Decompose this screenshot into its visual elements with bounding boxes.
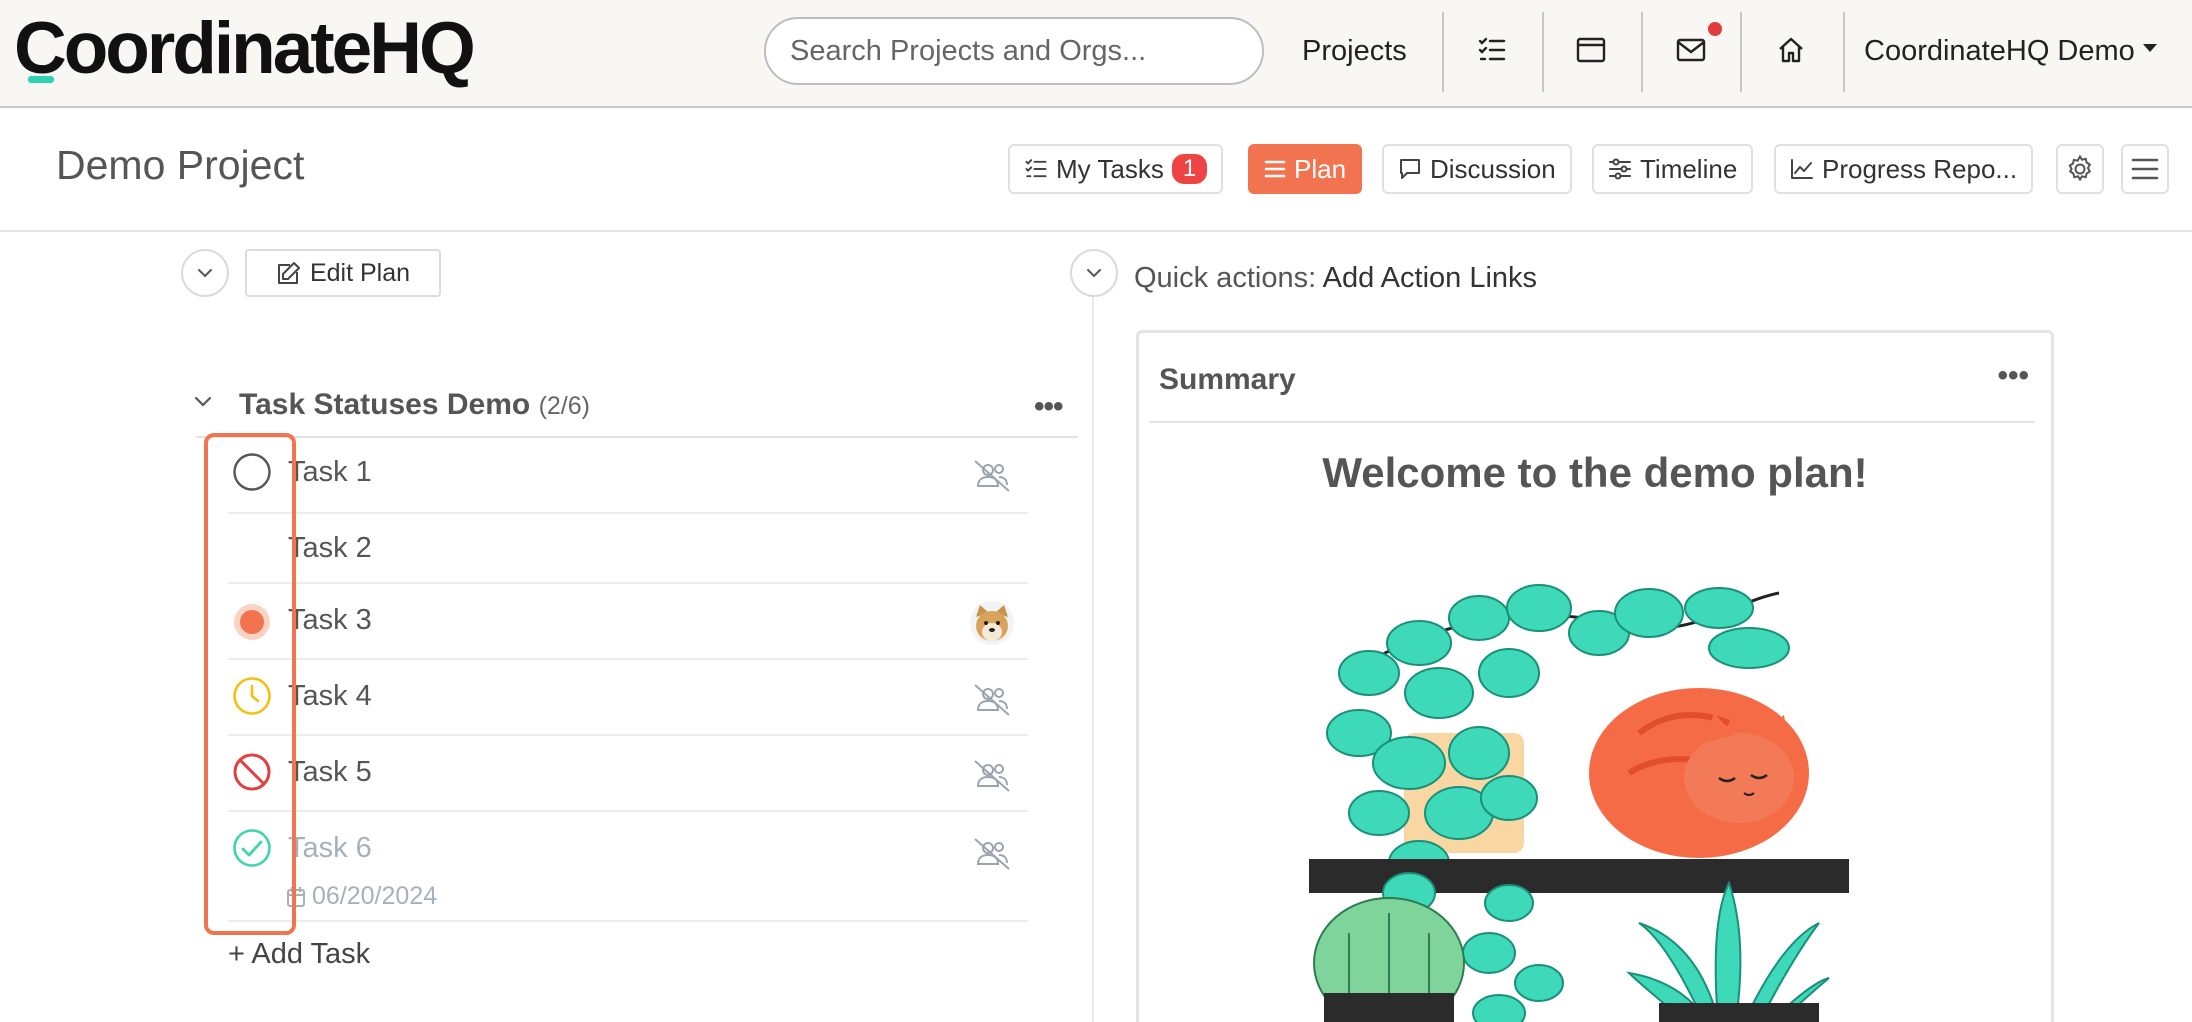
quick-actions-label: Quick actions: xyxy=(1134,262,1317,294)
nav-divider xyxy=(1542,12,1544,92)
sliders-icon xyxy=(1609,158,1631,180)
top-navbar: CoordinateHQ Projects CoordinateHQ Demo xyxy=(0,0,2192,108)
tab-my-tasks[interactable]: My Tasks 1 xyxy=(1008,144,1224,194)
nav-divider xyxy=(1740,12,1742,92)
tab-label: Timeline xyxy=(1640,153,1738,184)
tab-timeline[interactable]: Timeline xyxy=(1592,144,1754,194)
task-row[interactable]: Task 3 xyxy=(228,584,1028,660)
tab-label: Progress Repo... xyxy=(1822,153,2018,184)
nav-divider xyxy=(1843,12,1845,92)
unassigned-user-icon[interactable] xyxy=(972,756,1012,796)
unassigned-user-icon[interactable] xyxy=(972,456,1012,496)
summary-title: Summary xyxy=(1159,363,1296,396)
task-row[interactable]: Task 5 xyxy=(228,736,1028,812)
summary-more-icon[interactable]: ••• xyxy=(1997,359,2029,393)
chevron-down-icon[interactable] xyxy=(194,396,212,408)
task-name[interactable]: Task 3 xyxy=(288,604,372,637)
chevron-down-icon xyxy=(1087,269,1101,278)
unassigned-user-icon[interactable] xyxy=(972,834,1012,874)
tasks-list-icon[interactable] xyxy=(1468,26,1516,74)
projects-link[interactable]: Projects xyxy=(1302,18,1407,84)
task-row[interactable]: Task 4 xyxy=(228,660,1028,736)
tab-label: Discussion xyxy=(1430,153,1556,184)
edit-icon xyxy=(277,262,300,284)
task-name[interactable]: Task 2 xyxy=(288,532,372,565)
task-group-name: Task Statuses Demo xyxy=(239,388,531,421)
edit-plan-label: Edit Plan xyxy=(309,258,411,287)
caret-down-icon xyxy=(2142,44,2157,53)
chart-line-icon xyxy=(1791,159,1813,179)
task-row[interactable]: Task 1 xyxy=(228,438,1028,514)
settings-button[interactable] xyxy=(2056,144,2104,194)
panel-divider xyxy=(1092,280,1094,1022)
collapse-quick-actions-button[interactable] xyxy=(1070,249,1118,297)
user-menu-dropdown[interactable]: CoordinateHQ Demo xyxy=(1864,18,2157,84)
task-name[interactable]: Task 1 xyxy=(288,456,372,489)
tab-label: My Tasks xyxy=(1056,153,1164,184)
add-action-links-link[interactable]: Add Action Links xyxy=(1323,262,1537,294)
task-row[interactable]: Task 6 06/20/2024 xyxy=(228,812,1028,922)
speech-bubble-icon xyxy=(1400,159,1420,179)
task-group-title[interactable]: Task Statuses Demo (2/6) xyxy=(239,388,590,422)
project-header: Demo Project My Tasks 1 Plan Discussion … xyxy=(0,110,2192,232)
mail-icon[interactable] xyxy=(1667,26,1715,74)
task-name[interactable]: Task 4 xyxy=(288,680,372,713)
notification-dot xyxy=(1708,22,1722,36)
list-icon xyxy=(1264,160,1286,178)
search-input[interactable] xyxy=(764,17,1264,85)
add-task-button[interactable]: + Add Task xyxy=(228,938,370,971)
menu-button[interactable] xyxy=(2121,144,2169,194)
task-name[interactable]: Task 6 xyxy=(288,832,372,865)
quick-actions: Quick actions: Add Action Links xyxy=(1134,262,1537,295)
page-title: Demo Project xyxy=(56,142,305,188)
summary-card: Summary ••• Welcome to the demo plan! xyxy=(1136,330,2054,1022)
tab-plan[interactable]: Plan xyxy=(1248,144,1363,194)
edit-plan-button[interactable]: Edit Plan xyxy=(245,249,441,297)
plants-cat-illustration xyxy=(1309,584,1849,1022)
hamburger-icon xyxy=(2131,158,2159,180)
nav-divider xyxy=(1641,12,1643,92)
tasks-list-icon xyxy=(1025,159,1047,178)
task-due-date-text: 06/20/2024 xyxy=(312,882,438,910)
collapse-plan-button[interactable] xyxy=(181,249,229,297)
app-logo[interactable]: CoordinateHQ xyxy=(14,4,476,94)
count-badge: 1 xyxy=(1171,154,1208,184)
gear-icon xyxy=(2068,154,2092,182)
task-due-date[interactable]: 06/20/2024 xyxy=(286,882,437,911)
tab-progress-report[interactable]: Progress Repo... xyxy=(1774,144,2034,194)
logo-accent xyxy=(28,76,54,83)
task-row[interactable]: Task 2 xyxy=(228,514,1028,584)
calendar-window-icon[interactable] xyxy=(1567,26,1615,74)
home-icon[interactable] xyxy=(1767,26,1815,74)
group-more-icon[interactable]: ••• xyxy=(1034,390,1063,424)
status-column-highlight xyxy=(204,433,296,935)
user-menu-label: CoordinateHQ Demo xyxy=(1864,35,2135,67)
tab-discussion[interactable]: Discussion xyxy=(1382,144,1572,194)
chevron-down-icon xyxy=(198,269,212,278)
tab-label: Plan xyxy=(1294,153,1347,184)
nav-divider xyxy=(1442,12,1444,92)
welcome-heading: Welcome to the demo plan! xyxy=(1322,449,1868,496)
dog-avatar[interactable] xyxy=(970,601,1014,645)
unassigned-user-icon[interactable] xyxy=(972,680,1012,720)
task-name[interactable]: Task 5 xyxy=(288,756,372,789)
divider xyxy=(1149,421,2035,423)
task-group-count: (2/6) xyxy=(538,392,590,420)
